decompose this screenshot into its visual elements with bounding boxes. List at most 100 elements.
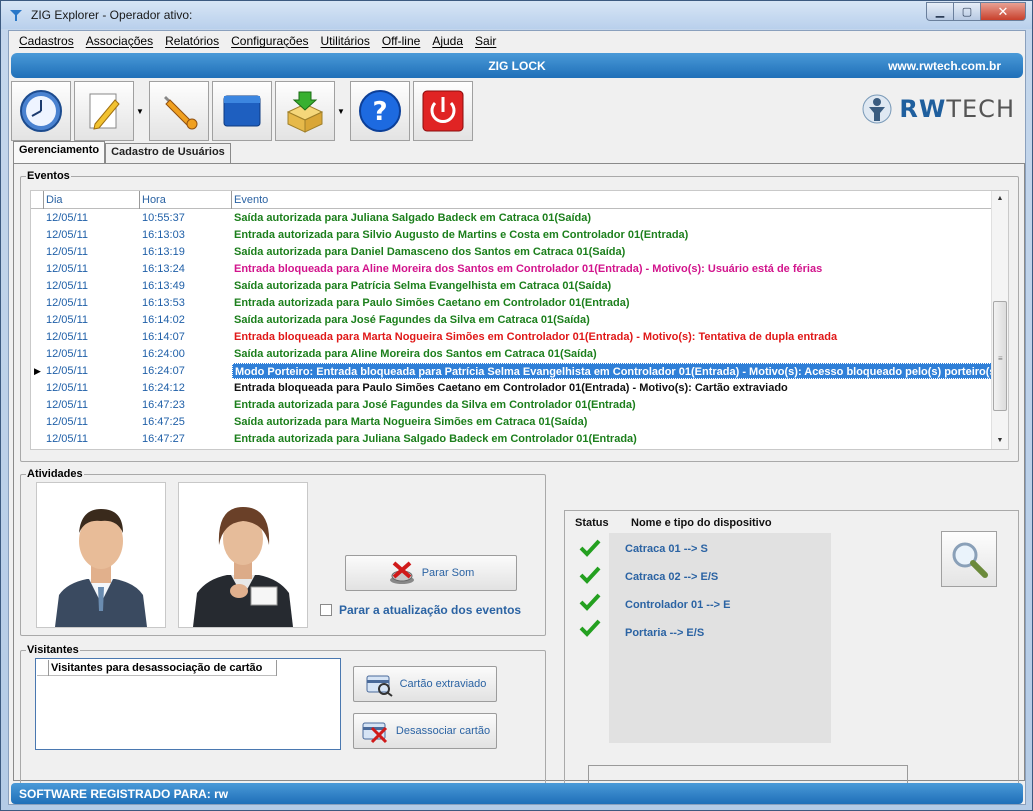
device-item[interactable]: Portaria --> E/S: [625, 627, 704, 639]
event-date: 12/05/11: [46, 212, 89, 224]
parar-atualizacao-checkbox[interactable]: [320, 604, 332, 616]
desassociar-cartao-button[interactable]: Desassociar cartão: [353, 713, 497, 749]
event-time: 16:14:07: [142, 331, 185, 343]
status-panel: Status Nome e tipo do dispositivo Catrac…: [564, 510, 1019, 798]
maximize-button[interactable]: ▢: [953, 2, 980, 21]
download-button[interactable]: [275, 81, 335, 141]
event-row[interactable]: 12/05/11 16:13:24 Entrada bloqueada para A…: [31, 261, 1008, 278]
event-description: Entrada autorizada para Paulo Simões Cae…: [234, 297, 630, 309]
event-date: 12/05/11: [46, 348, 89, 360]
event-time: 16:47:25: [142, 416, 185, 428]
close-button[interactable]: ✕: [980, 2, 1026, 21]
edit-dropdown[interactable]: ▼: [134, 81, 146, 141]
event-time: 16:13:49: [142, 280, 185, 292]
col-header-dia[interactable]: Dia: [46, 194, 63, 206]
parar-atualizacao-checkbox-row[interactable]: Parar a atualização dos eventos: [320, 603, 521, 617]
status-ok-icon: [579, 539, 601, 557]
event-date: 12/05/11: [46, 229, 89, 241]
visitantes-list[interactable]: Visitantes para desassociação de cartão: [35, 658, 341, 750]
scroll-thumb[interactable]: ≡: [993, 301, 1007, 411]
event-description: Entrada bloqueada para Aline Moreira dos…: [234, 263, 823, 275]
device-list[interactable]: Catraca 01 --> S Catraca 02 --> E/S Cont…: [609, 533, 831, 743]
event-row[interactable]: 12/05/11 16:47:27 Entrada autorizada para …: [31, 431, 1008, 448]
device-item[interactable]: Catraca 01 --> S: [625, 543, 708, 555]
desassociar-cartao-label: Desassociar cartão: [395, 725, 491, 737]
event-row[interactable]: 12/05/11 16:24:12 Entrada bloqueada para P…: [31, 380, 1008, 397]
event-description: Entrada autorizada para Juliana Salgado …: [234, 433, 637, 445]
svg-text:?: ?: [372, 97, 387, 127]
tab-cadastro-usuarios[interactable]: Cadastro de Usuários: [105, 143, 231, 163]
col-header-evento[interactable]: Evento: [234, 194, 268, 206]
visitantes-legend: Visitantes: [27, 644, 79, 656]
event-row[interactable]: 12/05/11 16:24:00 Saída autorizada para Al…: [31, 346, 1008, 363]
scroll-up-arrow-icon[interactable]: ▲: [992, 191, 1008, 207]
man-portrait-icon: [37, 483, 165, 627]
status-ok-icon: [579, 593, 601, 611]
menu-associacoes[interactable]: Associações: [80, 34, 159, 48]
dropdown-arrow-icon: ▼: [337, 106, 345, 116]
device-item[interactable]: Catraca 02 --> E/S: [625, 571, 718, 583]
event-row[interactable]: ▶ 12/05/11 16:24:07 Modo Porteiro: Entrada …: [31, 363, 1008, 380]
col-header-hora[interactable]: Hora: [142, 194, 166, 206]
menu-cadastros[interactable]: Cadastros: [13, 34, 80, 48]
event-row[interactable]: 12/05/11 16:13:49 Saída autorizada para Pa…: [31, 278, 1008, 295]
event-row[interactable]: 12/05/11 16:47:25 Saída autorizada para Ma…: [31, 414, 1008, 431]
event-description: Entrada autorizada para Silvio Augusto d…: [234, 229, 689, 241]
help-button[interactable]: ?: [350, 81, 410, 141]
event-row[interactable]: 12/05/11 16:47:23 Entrada autorizada para …: [31, 397, 1008, 414]
man-photo: [36, 482, 166, 628]
event-date: 12/05/11: [46, 399, 89, 411]
menu-configuracoes[interactable]: Configurações: [225, 34, 314, 48]
parar-som-label: Parar Som: [421, 567, 475, 579]
event-description: Saída autorizada para Juliana Salgado Ba…: [234, 212, 592, 224]
parar-atualizacao-label[interactable]: Parar a atualização dos eventos: [339, 603, 521, 617]
menu-ajuda[interactable]: Ajuda: [426, 34, 469, 48]
logo-figure-icon: [862, 94, 892, 124]
minimize-button[interactable]: ▁: [926, 2, 953, 21]
scroll-down-arrow-icon[interactable]: ▼: [992, 433, 1008, 449]
tab-gerenciamento[interactable]: Gerenciamento: [13, 141, 106, 163]
cartao-extraviado-label: Cartão extraviado: [399, 678, 487, 690]
event-row[interactable]: 12/05/11 10:55:37 Saída autorizada para Ju…: [31, 210, 1008, 227]
eventos-grid[interactable]: Dia Hora Evento 12/05/11 10:55:37 Saída au…: [30, 190, 1009, 450]
visitantes-col-header[interactable]: Visitantes para desassociação de cartão: [51, 662, 262, 674]
clock-button[interactable]: [11, 81, 71, 141]
menu-utilitarios[interactable]: Utilitários: [315, 34, 376, 48]
power-button[interactable]: [413, 81, 473, 141]
tools-button[interactable]: [149, 81, 209, 141]
event-date: 12/05/11: [46, 331, 89, 343]
parar-som-button[interactable]: Parar Som: [345, 555, 517, 591]
tab-strip: Gerenciamento Cadastro de Usuários: [13, 141, 231, 163]
event-row[interactable]: 12/05/11 16:14:02 Saída autorizada para Jo…: [31, 312, 1008, 329]
device-col-header: Nome e tipo do dispositivo: [631, 517, 772, 529]
edit-button[interactable]: [74, 81, 134, 141]
window-button[interactable]: [212, 81, 272, 141]
event-date: 12/05/11: [46, 382, 89, 394]
event-description: Saída autorizada para Daniel Damasceno d…: [234, 246, 626, 258]
wrench-icon: [164, 96, 198, 130]
title-bar[interactable]: ZIG Explorer - Operador ativo: ▁ ▢ ✕: [1, 1, 1032, 29]
search-button[interactable]: [941, 531, 997, 587]
event-time: 16:14:02: [142, 314, 185, 326]
help-icon: ?: [359, 90, 401, 132]
status-col-header: Status: [575, 517, 609, 529]
registration-footer: SOFTWARE REGISTRADO PARA: rw: [11, 783, 1023, 804]
event-row[interactable]: 12/05/11 16:13:53 Entrada autorizada para …: [31, 295, 1008, 312]
dropdown-arrow-icon: ▼: [136, 106, 144, 116]
event-row[interactable]: 12/05/11 16:13:19 Saída autorizada para Da…: [31, 244, 1008, 261]
event-description: Saída autorizada para Aline Moreira dos …: [234, 348, 597, 360]
tab-panel-gerenciamento: Eventos Dia Hora Evento 12/05/11 10:55:37…: [13, 163, 1025, 798]
menu-offline[interactable]: Off-line: [376, 34, 426, 48]
menu-sair[interactable]: Sair: [469, 34, 502, 48]
device-item[interactable]: Controlador 01 --> E: [625, 599, 730, 611]
event-time: 16:24:07: [142, 365, 185, 377]
menu-relatorios[interactable]: Relatórios: [159, 34, 225, 48]
unlink-card-icon: [362, 722, 387, 744]
event-row[interactable]: 12/05/11 16:13:03 Entrada autorizada para …: [31, 227, 1008, 244]
eventos-scrollbar[interactable]: ▲ ≡ ▼: [991, 191, 1008, 449]
event-row[interactable]: 12/05/11 16:14:07 Entrada bloqueada para M…: [31, 329, 1008, 346]
event-time: 16:13:24: [142, 263, 185, 275]
event-time: 16:47:23: [142, 399, 185, 411]
download-dropdown[interactable]: ▼: [335, 81, 347, 141]
cartao-extraviado-button[interactable]: Cartão extraviado: [353, 666, 497, 702]
